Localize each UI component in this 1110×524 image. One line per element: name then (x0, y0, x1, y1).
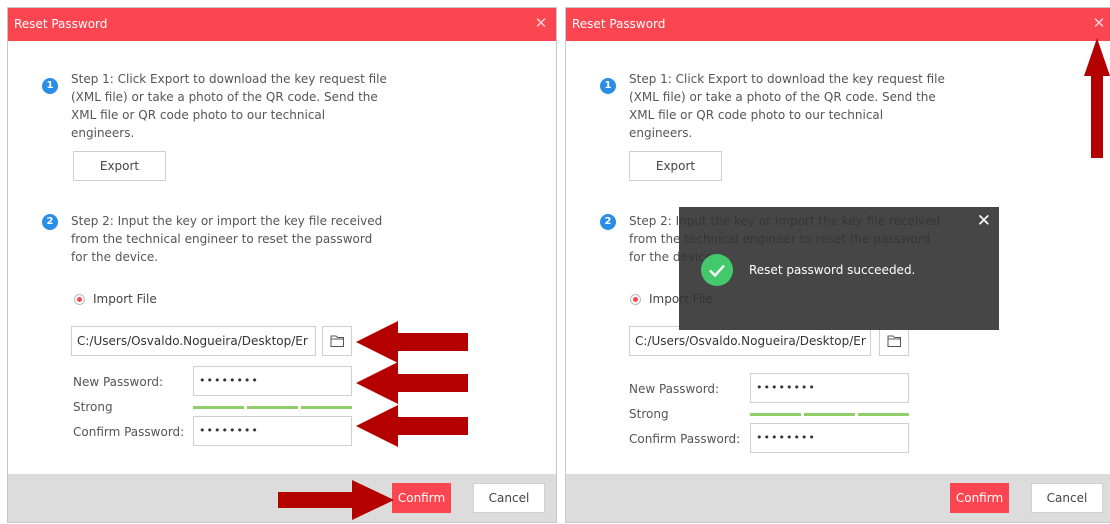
new-password-label: New Password: (629, 382, 720, 396)
strength-segment (301, 406, 352, 409)
browse-folder-button[interactable] (879, 326, 909, 356)
cancel-button[interactable]: Cancel (1031, 483, 1103, 513)
new-password-label: New Password: (73, 375, 164, 389)
confirm-button[interactable]: Confirm (392, 483, 451, 513)
import-file-label: Import File (93, 292, 157, 306)
step-1-text: Step 1: Click Export to download the key… (629, 72, 945, 140)
file-path-input[interactable]: C:/Users/Osvaldo.Nogueira/Desktop/Er (629, 326, 871, 356)
folder-icon (330, 335, 344, 347)
red-arrow-icon (356, 321, 468, 363)
red-arrow-icon (356, 362, 468, 404)
strength-segment (804, 413, 855, 416)
new-password-input[interactable]: •••••••• (193, 366, 352, 396)
strength-segment (750, 413, 801, 416)
confirm-password-input[interactable]: •••••••• (193, 416, 352, 446)
import-file-radio[interactable] (74, 294, 85, 305)
step-1-text: Step 1: Click Export to download the key… (71, 72, 387, 140)
red-arrow-icon (278, 480, 394, 520)
import-file-radio[interactable] (630, 294, 641, 305)
toast-close-icon[interactable]: ✕ (977, 211, 991, 231)
confirm-button[interactable]: Confirm (950, 483, 1009, 513)
toast-message: Reset password succeeded. (749, 263, 916, 277)
confirm-password-input[interactable]: •••••••• (750, 423, 909, 453)
reset-password-dialog: Reset Password ✕ 1 Step 1: Click Export … (7, 7, 557, 523)
dialog-titlebar: Reset Password ✕ (566, 8, 1110, 41)
check-icon (709, 264, 725, 278)
close-icon[interactable]: ✕ (1091, 14, 1107, 32)
folder-icon (887, 335, 901, 347)
close-icon[interactable]: ✕ (533, 14, 549, 32)
step-2-badge: 2 (42, 214, 58, 230)
strength-segment (247, 406, 298, 409)
dialog-title: Reset Password (14, 17, 108, 31)
cancel-button[interactable]: Cancel (473, 483, 545, 513)
red-arrow-icon (356, 405, 468, 447)
export-button[interactable]: Export (629, 151, 722, 181)
step-2-text: Step 2: Input the key or import the key … (71, 214, 383, 264)
browse-folder-button[interactable] (322, 326, 352, 356)
step-1-badge: 1 (42, 78, 58, 94)
step-2-badge: 2 (600, 214, 616, 230)
strength-label: Strong (629, 407, 669, 421)
new-password-input[interactable]: •••••••• (750, 373, 909, 403)
strength-segment (193, 406, 244, 409)
confirm-password-label: Confirm Password: (73, 425, 185, 439)
success-toast: ✕ Reset password succeeded. (679, 207, 999, 330)
strength-segment (858, 413, 909, 416)
check-circle-icon (701, 254, 733, 286)
strength-label: Strong (73, 400, 113, 414)
confirm-password-label: Confirm Password: (629, 432, 741, 446)
file-path-input[interactable]: C:/Users/Osvaldo.Nogueira/Desktop/Er (71, 326, 316, 356)
export-button[interactable]: Export (73, 151, 166, 181)
dialog-titlebar: Reset Password ✕ (8, 8, 556, 41)
step-1-badge: 1 (600, 78, 616, 94)
dialog-footer: Confirm Cancel (566, 474, 1110, 522)
red-arrow-icon (1084, 38, 1110, 158)
dialog-title: Reset Password (572, 17, 666, 31)
